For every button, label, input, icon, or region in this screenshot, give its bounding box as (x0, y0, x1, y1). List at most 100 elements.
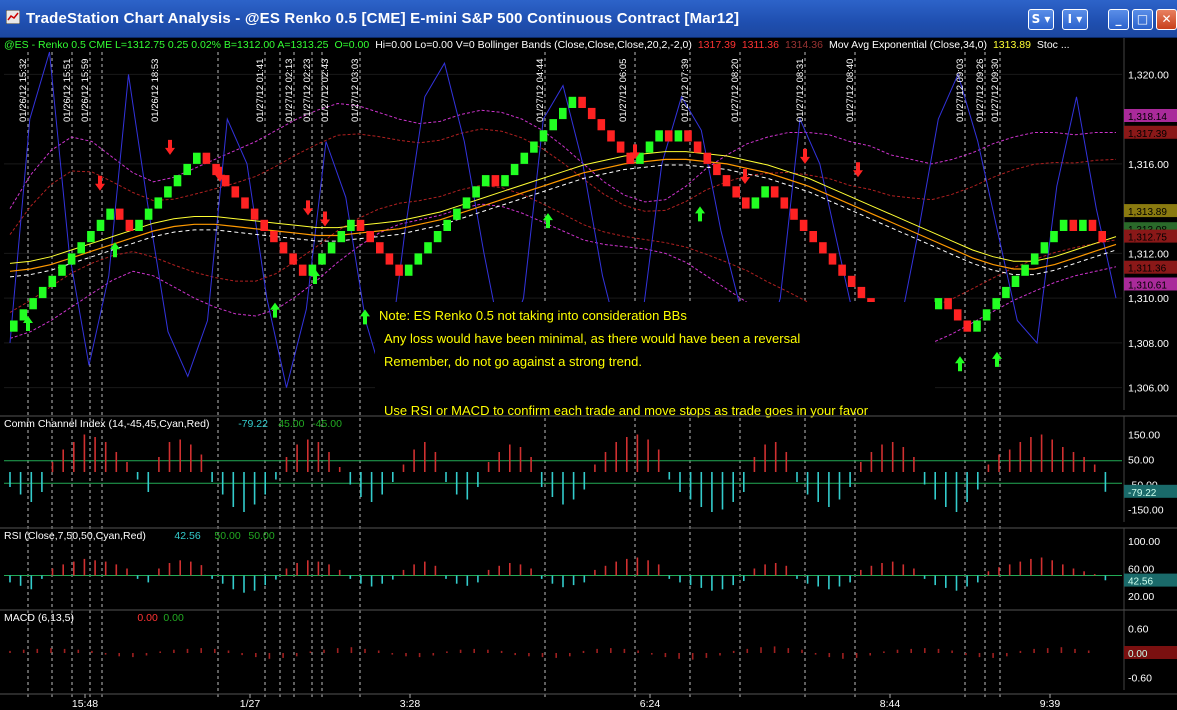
renko-down-brick[interactable] (279, 242, 288, 254)
renko-down-brick[interactable] (376, 242, 384, 254)
renko-up-brick[interactable] (1059, 219, 1068, 231)
renko-down-brick[interactable] (953, 309, 962, 321)
renko-down-brick[interactable] (616, 141, 625, 153)
renko-down-brick[interactable] (944, 298, 952, 310)
renko-down-brick[interactable] (597, 119, 606, 131)
renko-up-brick[interactable] (87, 231, 95, 243)
renko-up-brick[interactable] (318, 253, 326, 265)
renko-up-brick[interactable] (433, 231, 442, 243)
renko-down-brick[interactable] (356, 219, 365, 231)
renko-down-brick[interactable] (713, 163, 721, 176)
renko-up-brick[interactable] (481, 175, 490, 187)
renko-up-brick[interactable] (568, 96, 577, 108)
renko-down-brick[interactable] (298, 264, 307, 276)
renko-down-brick[interactable] (231, 186, 240, 198)
renko-up-brick[interactable] (761, 186, 769, 198)
renko-up-brick[interactable] (501, 175, 509, 187)
renko-up-brick[interactable] (424, 242, 432, 254)
renko-up-brick[interactable] (173, 175, 182, 187)
minimize-button[interactable]: _ (1108, 9, 1129, 30)
renko-down-brick[interactable] (607, 130, 615, 142)
renko-up-brick[interactable] (1040, 242, 1049, 254)
renko-down-brick[interactable] (693, 141, 702, 153)
interval-menu-button[interactable]: I ▾ (1062, 9, 1088, 30)
renko-up-brick[interactable] (559, 107, 567, 120)
renko-up-brick[interactable] (510, 163, 519, 176)
renko-up-brick[interactable] (38, 286, 47, 299)
renko-up-brick[interactable] (453, 208, 461, 220)
renko-up-brick[interactable] (1030, 253, 1039, 265)
renko-up-brick[interactable] (443, 219, 451, 231)
chart-area[interactable]: 01/26/12 15:32 01/26/12 15:51 01/26/12 15:… (0, 38, 1177, 710)
close-button[interactable]: ✕ (1156, 9, 1177, 30)
renko-up-brick[interactable] (96, 219, 105, 231)
renko-down-brick[interactable] (857, 286, 866, 299)
renko-up-brick[interactable] (973, 320, 981, 332)
renko-up-brick[interactable] (674, 130, 683, 142)
renko-down-brick[interactable] (1098, 231, 1106, 243)
renko-down-brick[interactable] (260, 219, 268, 231)
renko-down-brick[interactable] (684, 130, 692, 142)
renko-up-brick[interactable] (183, 163, 191, 176)
maximize-button[interactable]: □ (1132, 9, 1153, 30)
renko-up-brick[interactable] (520, 152, 529, 164)
symbol-menu-button[interactable]: S ▾ (1028, 9, 1054, 30)
renko-up-brick[interactable] (67, 253, 76, 265)
renko-down-brick[interactable] (241, 197, 249, 209)
renko-down-brick[interactable] (491, 175, 500, 187)
renko-down-brick[interactable] (1069, 219, 1078, 231)
renko-up-brick[interactable] (414, 253, 423, 265)
renko-up-brick[interactable] (1079, 219, 1087, 231)
renko-down-brick[interactable] (770, 186, 779, 198)
renko-down-brick[interactable] (270, 231, 278, 243)
renko-up-brick[interactable] (404, 264, 413, 276)
renko-down-brick[interactable] (847, 275, 856, 287)
renko-up-brick[interactable] (655, 130, 663, 142)
renko-down-brick[interactable] (722, 175, 731, 187)
renko-up-brick[interactable] (347, 219, 355, 231)
renko-up-brick[interactable] (154, 197, 163, 209)
renko-down-brick[interactable] (395, 264, 403, 276)
renko-up-brick[interactable] (164, 186, 172, 198)
renko-down-brick[interactable] (289, 253, 297, 265)
renko-up-brick[interactable] (135, 219, 143, 231)
renko-down-brick[interactable] (790, 208, 798, 220)
renko-up-brick[interactable] (58, 264, 66, 276)
renko-up-brick[interactable] (539, 130, 548, 142)
renko-up-brick[interactable] (10, 320, 18, 332)
renko-down-brick[interactable] (664, 130, 673, 142)
renko-down-brick[interactable] (125, 219, 134, 231)
renko-up-brick[interactable] (982, 309, 991, 321)
renko-up-brick[interactable] (29, 298, 37, 310)
renko-up-brick[interactable] (48, 275, 57, 287)
renko-down-brick[interactable] (828, 253, 837, 265)
renko-up-brick[interactable] (751, 197, 760, 209)
renko-up-brick[interactable] (934, 298, 943, 310)
renko-down-brick[interactable] (780, 197, 789, 209)
renko-up-brick[interactable] (1021, 264, 1029, 276)
renko-up-brick[interactable] (462, 197, 471, 209)
renko-up-brick[interactable] (530, 141, 538, 153)
renko-down-brick[interactable] (809, 231, 817, 243)
renko-down-brick[interactable] (838, 264, 846, 276)
renko-up-brick[interactable] (992, 298, 1000, 310)
renko-up-brick[interactable] (1011, 275, 1020, 287)
renko-down-brick[interactable] (366, 231, 374, 243)
renko-up-brick[interactable] (1002, 286, 1010, 299)
renko-up-brick[interactable] (144, 208, 153, 220)
renko-down-brick[interactable] (115, 208, 124, 220)
renko-down-brick[interactable] (732, 186, 740, 198)
renko-down-brick[interactable] (742, 197, 750, 209)
renko-down-brick[interactable] (250, 208, 259, 220)
renko-down-brick[interactable] (202, 152, 211, 164)
renko-up-brick[interactable] (549, 119, 557, 131)
renko-down-brick[interactable] (703, 152, 712, 164)
renko-down-brick[interactable] (385, 253, 394, 265)
renko-up-brick[interactable] (645, 141, 654, 153)
renko-up-brick[interactable] (77, 242, 85, 254)
renko-down-brick[interactable] (587, 107, 596, 120)
renko-down-brick[interactable] (963, 320, 972, 332)
renko-up-brick[interactable] (106, 208, 114, 220)
renko-down-brick[interactable] (819, 242, 827, 254)
renko-up-brick[interactable] (337, 231, 346, 243)
